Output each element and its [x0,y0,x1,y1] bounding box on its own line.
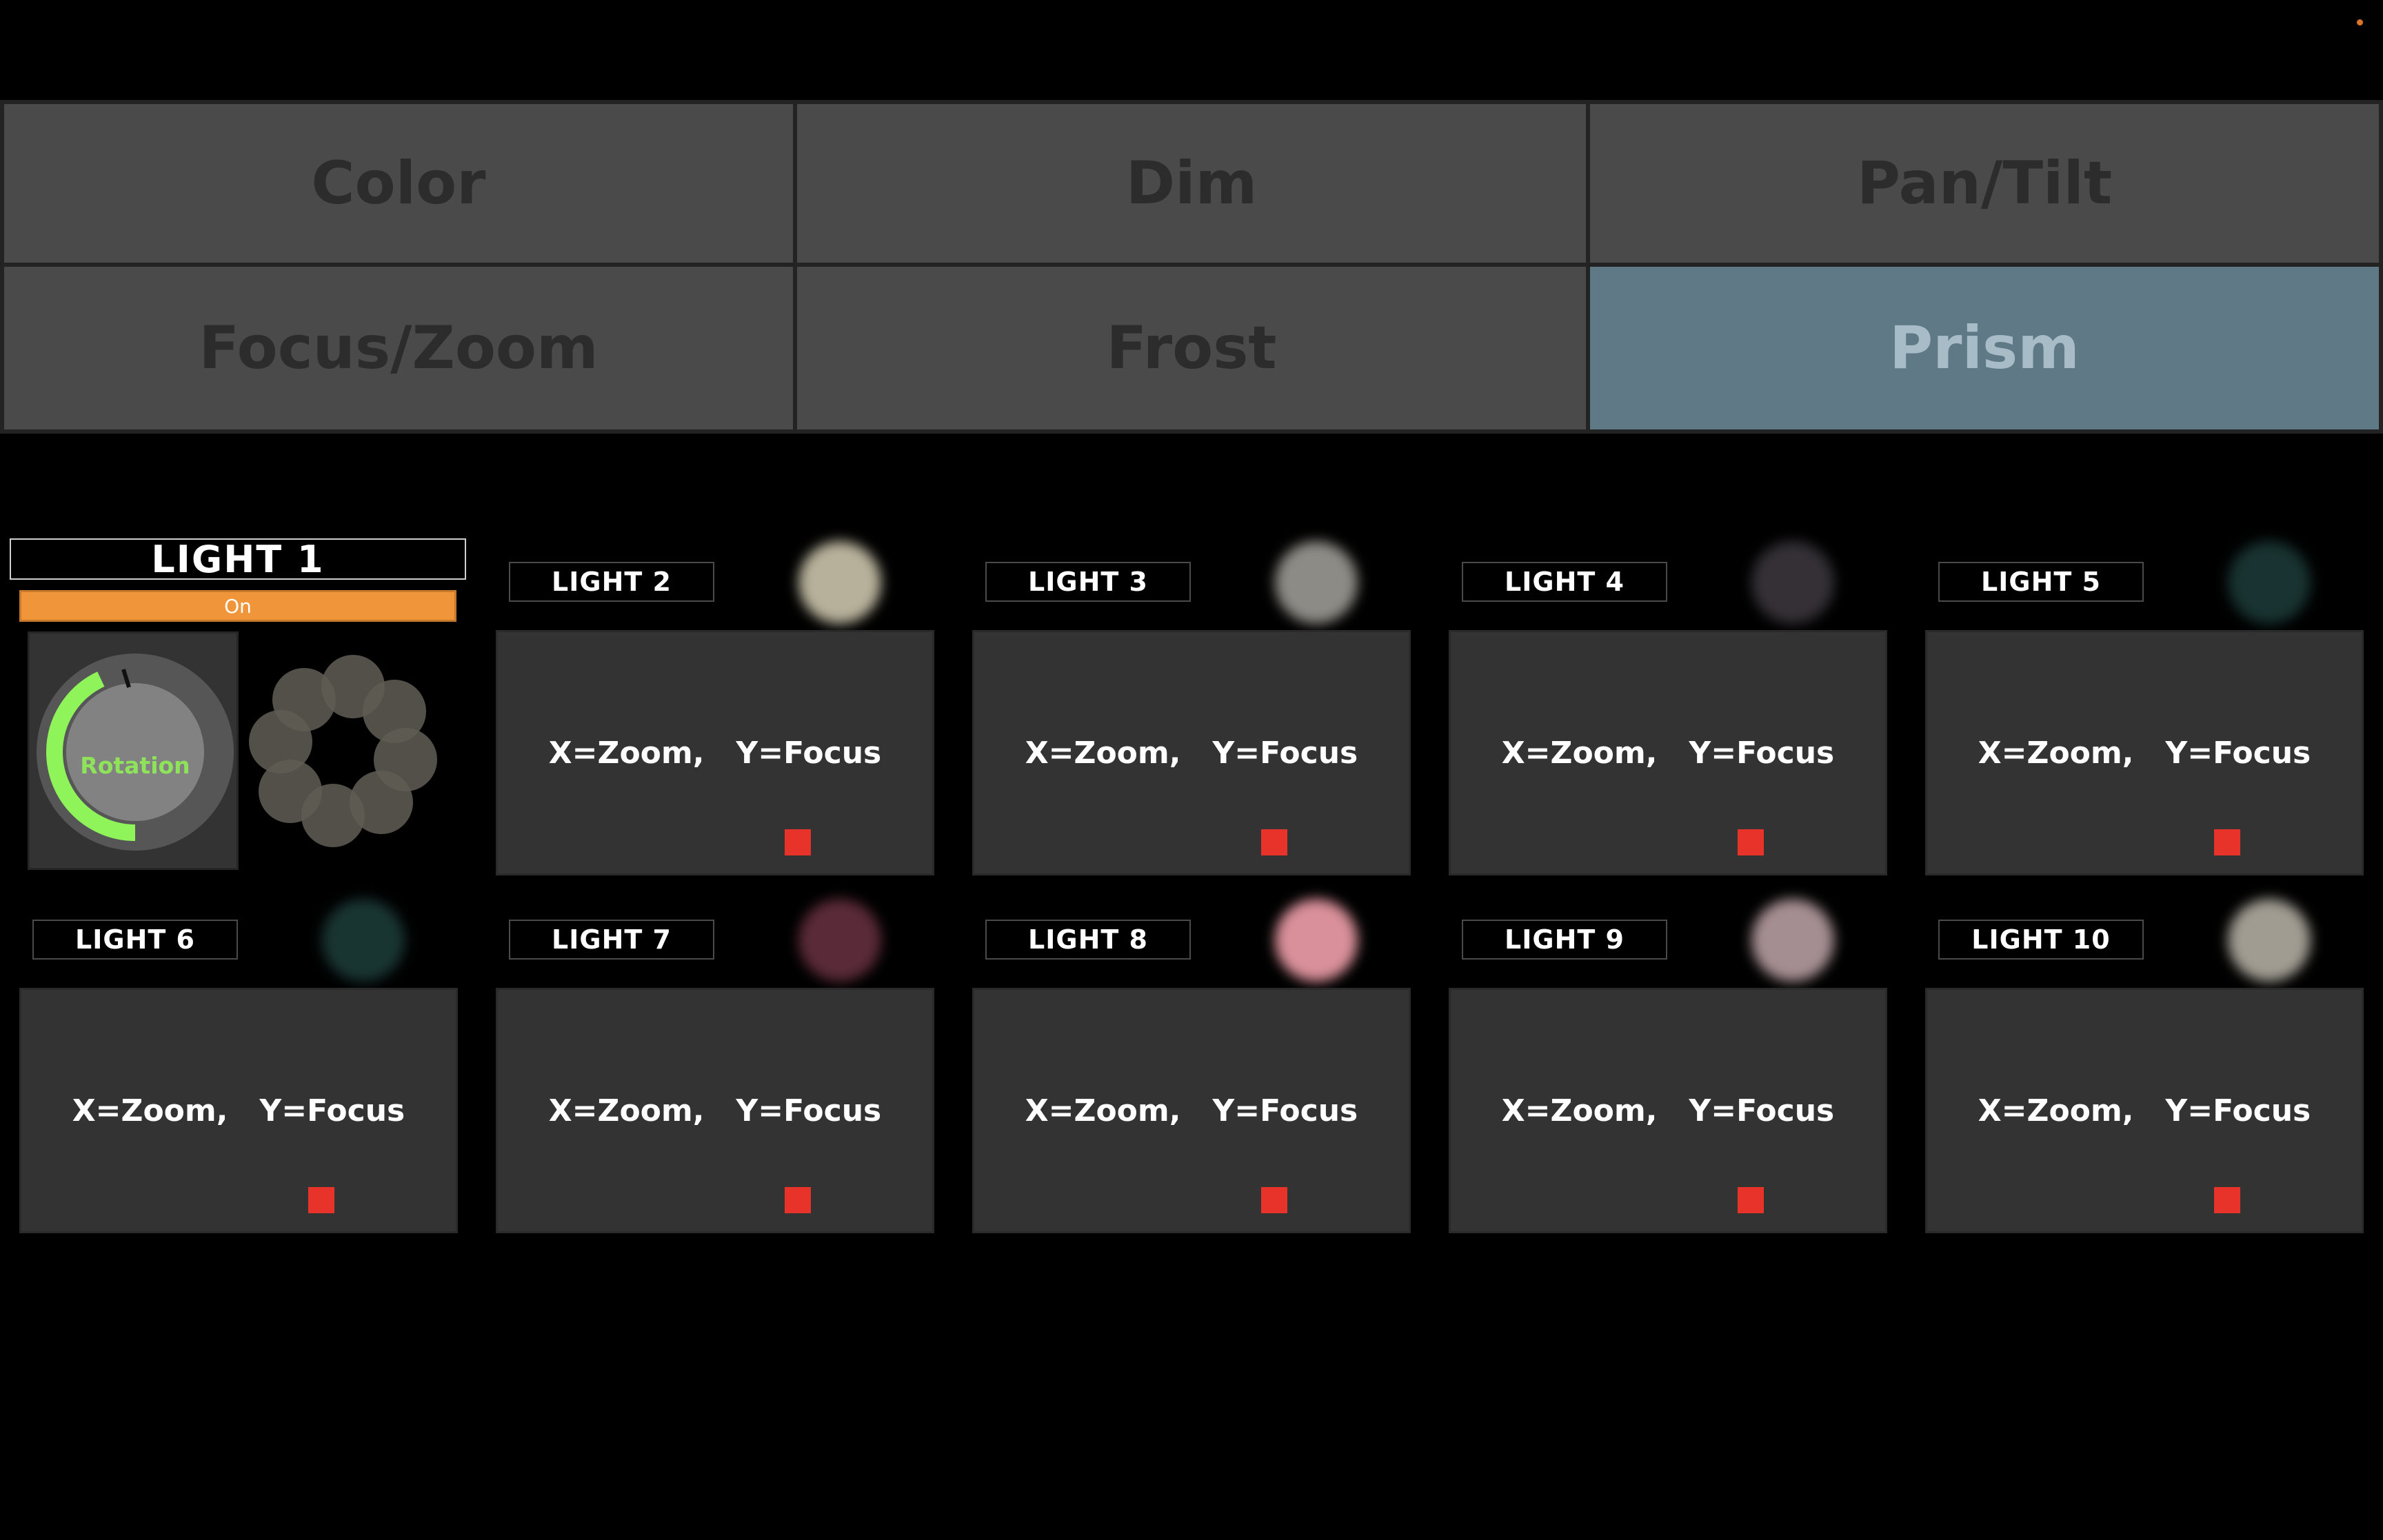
light-8-label[interactable]: LIGHT 8 [985,920,1191,960]
light-6-color-swatch [322,899,405,982]
light-1-on-toggle[interactable]: On [19,590,456,622]
light-7-label[interactable]: LIGHT 7 [509,920,714,960]
xy-pad-label: X=Zoom, Y=Focus [1978,1093,2311,1128]
light-8-xy-pad[interactable]: X=Zoom, Y=Focus [972,988,1411,1233]
light-5-label[interactable]: LIGHT 5 [1938,562,2144,602]
light-5-color-swatch [2228,541,2311,624]
light-7-xy-pad[interactable]: X=Zoom, Y=Focus [496,988,934,1233]
mode-tab-grid: Color Dim Pan/Tilt Focus/Zoom Frost Pris… [0,100,2383,434]
light-2-label[interactable]: LIGHT 2 [509,562,714,602]
light-9-xy-pad[interactable]: X=Zoom, Y=Focus [1449,988,1887,1233]
light-7-color-swatch [798,899,881,982]
light-2-color-swatch [798,541,881,624]
xy-pad-label: X=Zoom, Y=Focus [1025,1093,1358,1128]
light-6-xy-pad[interactable]: X=Zoom, Y=Focus [19,988,458,1233]
light-9-label[interactable]: LIGHT 9 [1462,920,1667,960]
light-10-xy-pad[interactable]: X=Zoom, Y=Focus [1925,988,2364,1233]
status-indicator-dot [2357,19,2363,26]
light-10-label[interactable]: LIGHT 10 [1938,920,2144,960]
light-8-color-swatch [1275,899,1358,982]
light-3-label[interactable]: LIGHT 3 [985,562,1191,602]
rotation-knob[interactable]: Rotation [28,631,239,870]
xy-pad-handle[interactable] [1261,829,1287,855]
xy-pad-label: X=Zoom, Y=Focus [72,1093,405,1128]
light-9-color-swatch [1751,899,1834,982]
light-4-color-swatch [1751,541,1834,624]
tab-pan-tilt[interactable]: Pan/Tilt [1590,104,2379,263]
light-3-color-swatch [1275,541,1358,624]
rotation-knob-label: Rotation [80,752,190,779]
xy-pad-label: X=Zoom, Y=Focus [548,1093,882,1128]
light-6-label[interactable]: LIGHT 6 [32,920,238,960]
light-10-color-swatch [2228,899,2311,982]
tab-prism[interactable]: Prism [1590,267,2379,429]
xy-pad-handle[interactable] [1261,1187,1287,1213]
app-root: Color Dim Pan/Tilt Focus/Zoom Frost Pris… [0,0,2383,1540]
light-3-xy-pad[interactable]: X=Zoom, Y=Focus [972,630,1411,875]
prism-pattern-icon [249,655,437,847]
xy-pad-handle[interactable] [2214,1187,2240,1213]
xy-pad-label: X=Zoom, Y=Focus [1501,736,1835,771]
tab-color[interactable]: Color [4,104,793,263]
xy-pad-handle[interactable] [785,1187,811,1213]
xy-pad-label: X=Zoom, Y=Focus [1025,736,1358,771]
light-4-xy-pad[interactable]: X=Zoom, Y=Focus [1449,630,1887,875]
xy-pad-label: X=Zoom, Y=Focus [1501,1093,1835,1128]
light-5-xy-pad[interactable]: X=Zoom, Y=Focus [1925,630,2364,875]
xy-pad-handle[interactable] [308,1187,334,1213]
xy-pad-label: X=Zoom, Y=Focus [548,736,882,771]
light-2-xy-pad[interactable]: X=Zoom, Y=Focus [496,630,934,875]
xy-pad-handle[interactable] [1738,1187,1764,1213]
light-1-title[interactable]: LIGHT 1 [10,538,466,581]
xy-pad-label: X=Zoom, Y=Focus [1978,736,2311,771]
xy-pad-handle[interactable] [1738,829,1764,855]
xy-pad-handle[interactable] [2214,829,2240,855]
tab-frost[interactable]: Frost [797,267,1586,429]
light-4-label[interactable]: LIGHT 4 [1462,562,1667,602]
xy-pad-handle[interactable] [785,829,811,855]
tab-dim[interactable]: Dim [797,104,1586,263]
tab-focus-zoom[interactable]: Focus/Zoom [4,267,793,429]
